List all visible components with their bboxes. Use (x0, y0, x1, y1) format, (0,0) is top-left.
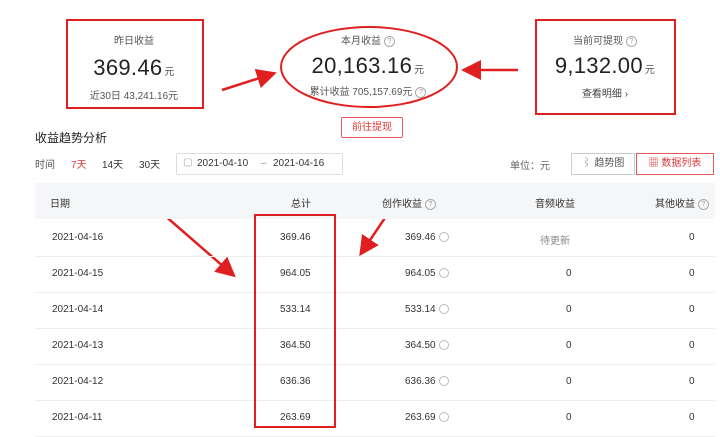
header-date: 日期 (50, 199, 70, 210)
cell-creation: 263.69 (405, 412, 449, 423)
cell-creation: 364.50 (405, 340, 449, 351)
cell-date: 2021-04-16 (52, 232, 104, 243)
cell-other: 0 (689, 304, 695, 315)
header-creation: 创作收益? (382, 195, 436, 210)
arrow-right (221, 69, 277, 92)
cell-date: 2021-04-15 (52, 268, 104, 279)
info-icon (438, 304, 449, 315)
cell-other: 0 (689, 376, 695, 387)
table-row: 2021-04-12 636.36 636.36 0 0 (35, 364, 715, 401)
cell-date: 2021-04-12 (52, 376, 104, 387)
cell-audio: 0 (566, 304, 572, 315)
cell-audio: 0 (566, 412, 572, 423)
cell-other: 0 (689, 232, 695, 243)
help-icon: ? (425, 198, 436, 210)
cell-other: 0 (689, 340, 695, 351)
cell-other: 0 (689, 268, 695, 279)
cell-creation: 964.05 (405, 268, 449, 279)
cell-audio: 0 (566, 376, 572, 387)
list-icon: ▦ (648, 158, 659, 169)
data-list-toggle[interactable]: ▦ 数据列表 (636, 153, 714, 175)
info-icon (438, 232, 449, 243)
info-icon (438, 268, 449, 279)
section-title: 收益趋势分析 (35, 131, 108, 145)
date-range-picker[interactable]: ▢ 2021-04-10 – 2021-04-16 (176, 153, 343, 175)
header-audio: 音频收益 (535, 199, 575, 210)
unit-label: 单位：元 (510, 161, 550, 172)
cell-audio: 0 (566, 268, 572, 279)
calendar-icon: ▢ (183, 157, 193, 168)
cell-audio: 0 (566, 340, 572, 351)
info-icon (438, 340, 449, 351)
date-end: 2021-04-16 (273, 158, 325, 169)
header-total: 总计 (291, 199, 311, 210)
time-option-7d[interactable]: 7天 (71, 156, 87, 171)
trend-chart-toggle[interactable]: ⌇ 趋势图 (571, 153, 635, 175)
table-row: 2021-04-16 369.46 369.46 待更新 0 (35, 220, 715, 257)
cell-date: 2021-04-13 (52, 340, 104, 351)
annotation-box-total-column (254, 214, 336, 428)
cell-creation: 636.36 (405, 376, 449, 387)
table-row: 2021-04-14 533.14 533.14 0 0 (35, 292, 715, 329)
table-row: 2021-04-11 263.69 263.69 0 0 (35, 400, 715, 437)
table-row: 2021-04-15 964.05 964.05 0 0 (35, 256, 715, 293)
date-start: 2021-04-10 (197, 158, 249, 169)
cell-other: 0 (689, 412, 695, 423)
cell-creation: 533.14 (405, 304, 449, 315)
table-header (35, 183, 715, 219)
chart-icon: ⌇ (581, 158, 592, 169)
table-row: 2021-04-13 364.50 364.50 0 0 (35, 328, 715, 365)
time-option-14d[interactable]: 14天 (102, 156, 123, 171)
cell-audio: 待更新 (540, 236, 570, 247)
cell-creation: 369.46 (405, 232, 449, 243)
time-option-30d[interactable]: 30天 (139, 156, 160, 171)
cell-date: 2021-04-11 (52, 412, 103, 423)
header-other: 其他收益? (655, 195, 709, 210)
help-icon: ? (698, 198, 709, 210)
info-icon (438, 376, 449, 387)
time-filter-label: 时间 (35, 160, 55, 171)
info-icon (438, 412, 449, 423)
date-separator: – (261, 158, 267, 169)
withdraw-button[interactable]: 前往提现 (341, 117, 403, 138)
cell-date: 2021-04-14 (52, 304, 104, 315)
